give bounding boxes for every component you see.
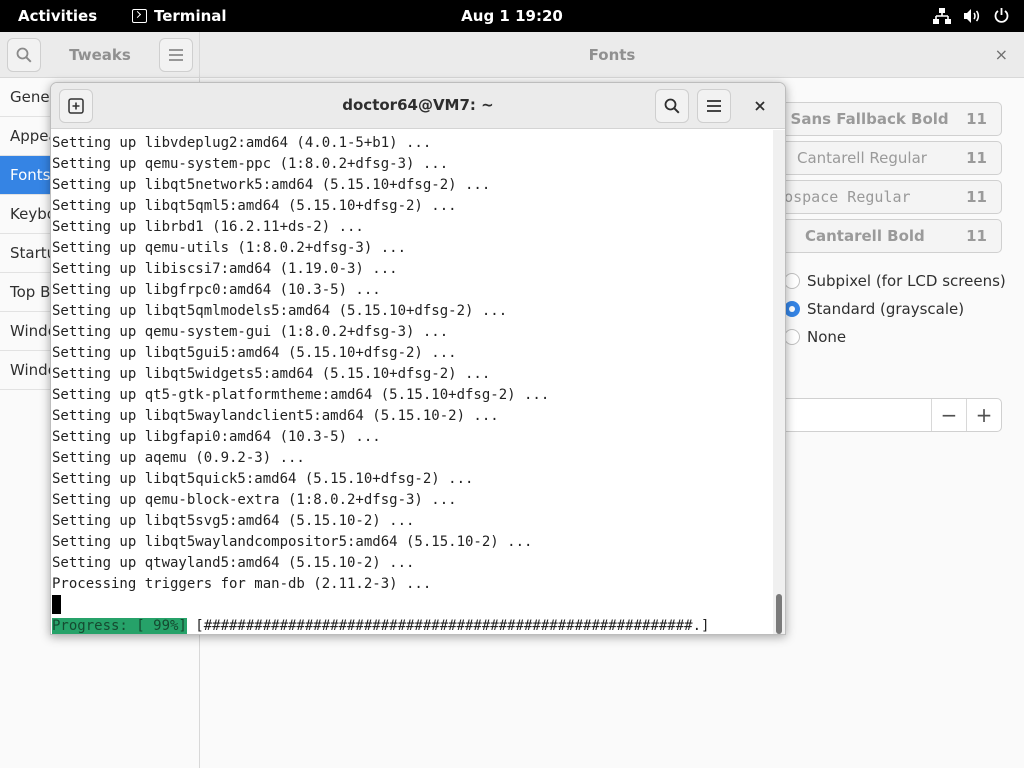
font-size: 11 [966,110,987,128]
tweaks-header-left: Tweaks [0,32,200,78]
terminal-line: Setting up aqemu (0.9.2-3) ... [52,450,305,466]
tweaks-app-title: Tweaks [69,46,131,64]
font-name: Cantarell Bold [805,227,925,245]
font-size: 11 [966,188,987,206]
terminal-line: Setting up libiscsi7:amd64 (1.19.0-3) ..… [52,261,398,277]
terminal-title: doctor64@VM7: ~ [342,96,494,114]
interface-font-button[interactable]: Noto Sans Fallback Bold 11 [745,102,1002,136]
monospace-font-button[interactable]: Monospace Regular 11 [757,180,1002,214]
terminal-cursor [52,595,61,614]
terminal-line: Setting up libqt5qml5:amd64 (5.15.10+dfs… [52,198,457,214]
close-icon [755,101,765,111]
terminal-line: Setting up qemu-system-gui (1:8.0.2+dfsg… [52,324,449,340]
antialias-subpixel-option[interactable]: Subpixel (for LCD screens) [784,272,1006,290]
antialias-none-option[interactable]: None [784,328,846,346]
terminal-line: Setting up libqt5qmlmodels5:amd64 (5.15.… [52,303,508,319]
terminal-line: Setting up libqt5svg5:amd64 (5.15.10-2) … [52,513,415,529]
search-button[interactable] [7,38,41,72]
font-size: 11 [966,227,987,245]
font-name: Cantarell Regular [797,149,927,167]
radio-label: Standard (grayscale) [807,300,965,318]
top-bar: Activities Terminal Aug 1 19:20 [0,0,1024,32]
hamburger-icon [169,49,183,61]
terminal-line: Setting up qemu-system-ppc (1:8.0.2+dfsg… [52,156,449,172]
system-tray[interactable] [933,7,1010,24]
tweaks-menu-button[interactable] [159,38,193,72]
terminal-line: Setting up libqt5waylandcompositor5:amd6… [52,534,533,550]
progress-line: Progress: [ 99%] [######################… [52,616,710,634]
font-size: 11 [966,149,987,167]
terminal-line: Setting up libqt5quick5:amd64 (5.15.10+d… [52,471,474,487]
page-title: Fonts [588,46,636,64]
progress-bar-text: [#######################################… [186,618,710,634]
terminal-line: Setting up librbd1 (16.2.11+ds-2) ... [52,219,364,235]
sidebar-item-label: Fonts [10,166,51,184]
terminal-lines: Setting up libvdeplug2:amd64 (4.0.1-5+b1… [52,133,549,595]
search-icon [16,47,32,63]
terminal-line: Setting up qemu-utils (1:8.0.2+dfsg-3) .… [52,240,407,256]
terminal-line: Processing triggers for man-db (2.11.2-3… [52,576,432,592]
new-tab-icon [68,98,84,114]
terminal-window[interactable]: doctor64@VM7: ~ Setting up libvdeplug2:a… [50,82,786,635]
app-menu-button[interactable]: Terminal [132,7,227,25]
power-icon[interactable] [993,7,1010,24]
terminal-line: Setting up libvdeplug2:amd64 (4.0.1-5+b1… [52,135,432,151]
terminal-scrollbar[interactable] [773,130,785,634]
terminal-headerbar[interactable]: doctor64@VM7: ~ [51,83,785,129]
terminal-line: Setting up qtwayland5:amd64 (5.15.10-2) … [52,555,415,571]
radio-label: None [807,328,847,346]
terminal-line: Setting up libgfapi0:amd64 (10.3-5) ... [52,429,381,445]
terminal-output[interactable]: Setting up libvdeplug2:amd64 (4.0.1-5+b1… [51,130,773,634]
network-icon[interactable] [933,7,951,24]
volume-icon[interactable] [963,8,981,24]
scrollbar-thumb[interactable] [776,594,782,634]
decrement-button[interactable]: − [931,399,966,431]
terminal-line: Setting up libqt5widgets5:amd64 (5.15.10… [52,366,491,382]
document-font-button[interactable]: Cantarell Regular 11 [760,141,1002,175]
radio-button[interactable] [784,329,800,345]
scaling-factor-spinbutton[interactable]: − + [760,398,1002,432]
terminal-line: Setting up libqt5network5:amd64 (5.15.10… [52,177,491,193]
terminal-search-button[interactable] [655,89,689,123]
radio-button[interactable] [784,301,800,317]
terminal-line: Setting up libqt5gui5:amd64 (5.15.10+dfs… [52,345,457,361]
increment-button[interactable]: + [966,399,1001,431]
radio-button[interactable] [784,273,800,289]
terminal-line: Setting up qt5-gtk-platformtheme:amd64 (… [52,387,550,403]
activities-button[interactable]: Activities [18,7,97,25]
terminal-close-button[interactable] [748,94,772,118]
tweaks-close-button[interactable]: × [995,45,1008,64]
terminal-line: Setting up qemu-block-extra (1:8.0.2+dfs… [52,492,457,508]
progress-label: Progress: [ 99%] [52,618,187,634]
radio-label: Subpixel (for LCD screens) [807,272,1006,290]
titlebar-font-button[interactable]: Cantarell Bold 11 [760,219,1002,253]
search-icon [664,98,680,114]
terminal-line: Setting up libgfrpc0:amd64 (10.3-5) ... [52,282,381,298]
app-menu-label: Terminal [154,7,227,25]
antialias-standard-option[interactable]: Standard (grayscale) [784,300,964,318]
tweaks-headerbar: Tweaks Fonts × [0,32,1024,78]
terminal-line: Setting up libqt5waylandclient5:amd64 (5… [52,408,499,424]
clock[interactable]: Aug 1 19:20 [461,7,563,25]
terminal-menu-button[interactable] [697,89,731,123]
new-tab-button[interactable] [59,89,93,123]
hamburger-icon [707,100,721,112]
terminal-icon [132,9,147,23]
